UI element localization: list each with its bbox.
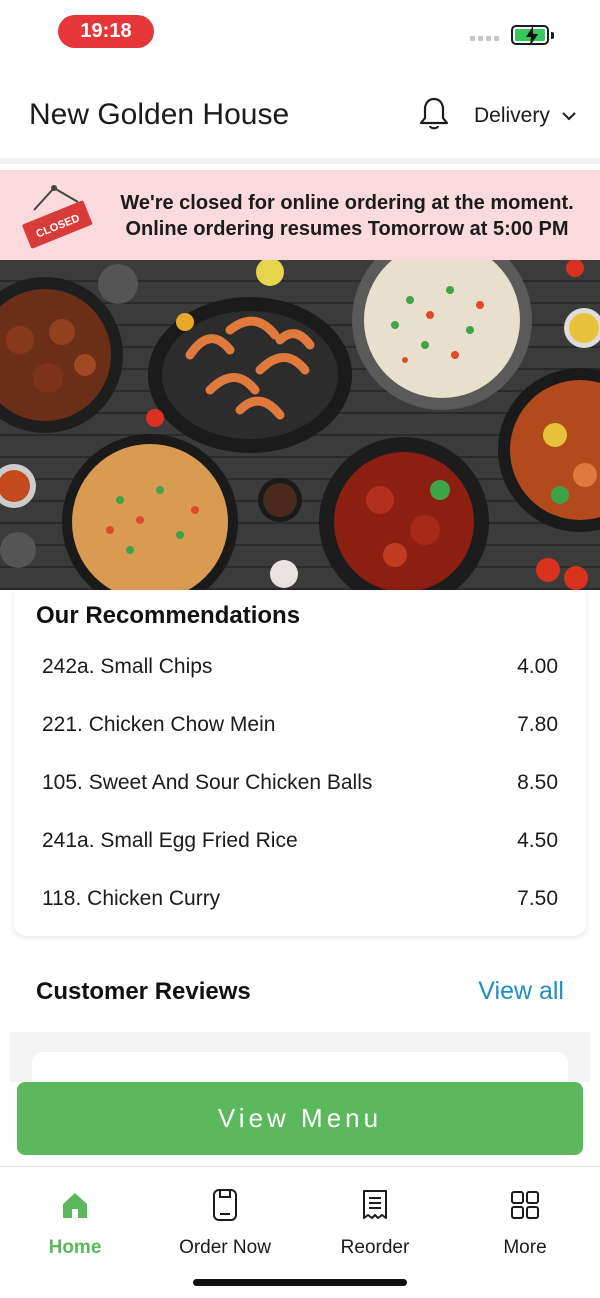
nav-order-now[interactable]: Order Now (150, 1187, 300, 1259)
closed-message: We're closed for online ordering at the … (112, 190, 582, 242)
receipt-icon (363, 1190, 387, 1219)
home-icon (63, 1193, 87, 1218)
hero-food-image (0, 260, 600, 590)
recommendation-name: 221. Chicken Chow Mein (42, 713, 276, 736)
view-menu-button[interactable]: View Menu (17, 1082, 583, 1155)
order-now-icon (213, 1189, 237, 1221)
status-bar: 19:18 (0, 0, 600, 64)
recommendations-card: Our Recommendations 242a. Small Chips 4.… (14, 590, 586, 936)
recommendation-item[interactable]: 242a. Small Chips 4.00 (42, 638, 558, 696)
recommendation-name: 242a. Small Chips (42, 655, 213, 678)
recommendation-item[interactable]: 118. Chicken Curry 7.50 (42, 870, 558, 928)
signal-icon (470, 36, 499, 41)
status-time: 19:18 (58, 15, 154, 48)
delivery-mode-selector[interactable]: Delivery (474, 104, 576, 128)
nav-order-now-label: Order Now (179, 1237, 271, 1258)
store-name: New Golden House (29, 98, 290, 131)
home-indicator (193, 1279, 407, 1286)
closed-message-line1: We're closed for online ordering at the … (120, 192, 574, 214)
recommendation-name: 241a. Small Egg Fried Rice (42, 829, 298, 852)
reviews-carousel (10, 1032, 590, 1092)
recommendation-item[interactable]: 105. Sweet And Sour Chicken Balls 8.50 (42, 754, 558, 812)
battery-cap (551, 32, 554, 39)
grid-icon (511, 1191, 539, 1219)
nav-more-label: More (503, 1237, 547, 1258)
chevron-down-icon (562, 111, 576, 120)
nav-home[interactable]: Home (0, 1187, 150, 1259)
closed-message-line2: Online ordering resumes Tomorrow at 5:00… (125, 218, 569, 240)
recommendation-item[interactable]: 241a. Small Egg Fried Rice 4.50 (42, 812, 558, 870)
recommendation-price: 4.00 (517, 655, 558, 678)
recommendation-name: 118. Chicken Curry (42, 887, 221, 910)
nav-more[interactable]: More (450, 1187, 600, 1259)
recommendation-price: 8.50 (517, 771, 558, 794)
nav-reorder-label: Reorder (340, 1237, 410, 1258)
customer-reviews-title: Customer Reviews (36, 978, 251, 1005)
recommendation-price: 7.80 (517, 713, 558, 736)
app-header: New Golden House Delivery (0, 64, 600, 164)
delivery-mode-label: Delivery (474, 104, 550, 127)
closed-banner: CLOSED We're closed for online ordering … (0, 170, 600, 260)
nav-home-label: Home (48, 1237, 102, 1258)
recommendation-item[interactable]: 221. Chicken Chow Mein 7.80 (42, 696, 558, 754)
nav-reorder[interactable]: Reorder (300, 1187, 450, 1259)
recommendation-price: 4.50 (517, 829, 558, 852)
view-all-reviews-link[interactable]: View all (478, 977, 564, 1006)
customer-reviews-header: Customer Reviews View all (14, 950, 586, 1032)
recommendation-price: 7.50 (517, 887, 558, 910)
bell-icon[interactable] (418, 96, 450, 137)
closed-sign-icon: CLOSED (22, 185, 93, 249)
battery-icon (511, 25, 549, 46)
recommendations-title: Our Recommendations (36, 602, 301, 629)
recommendations-list: 242a. Small Chips 4.00 221. Chicken Chow… (42, 638, 558, 928)
recommendation-name: 105. Sweet And Sour Chicken Balls (42, 771, 373, 794)
